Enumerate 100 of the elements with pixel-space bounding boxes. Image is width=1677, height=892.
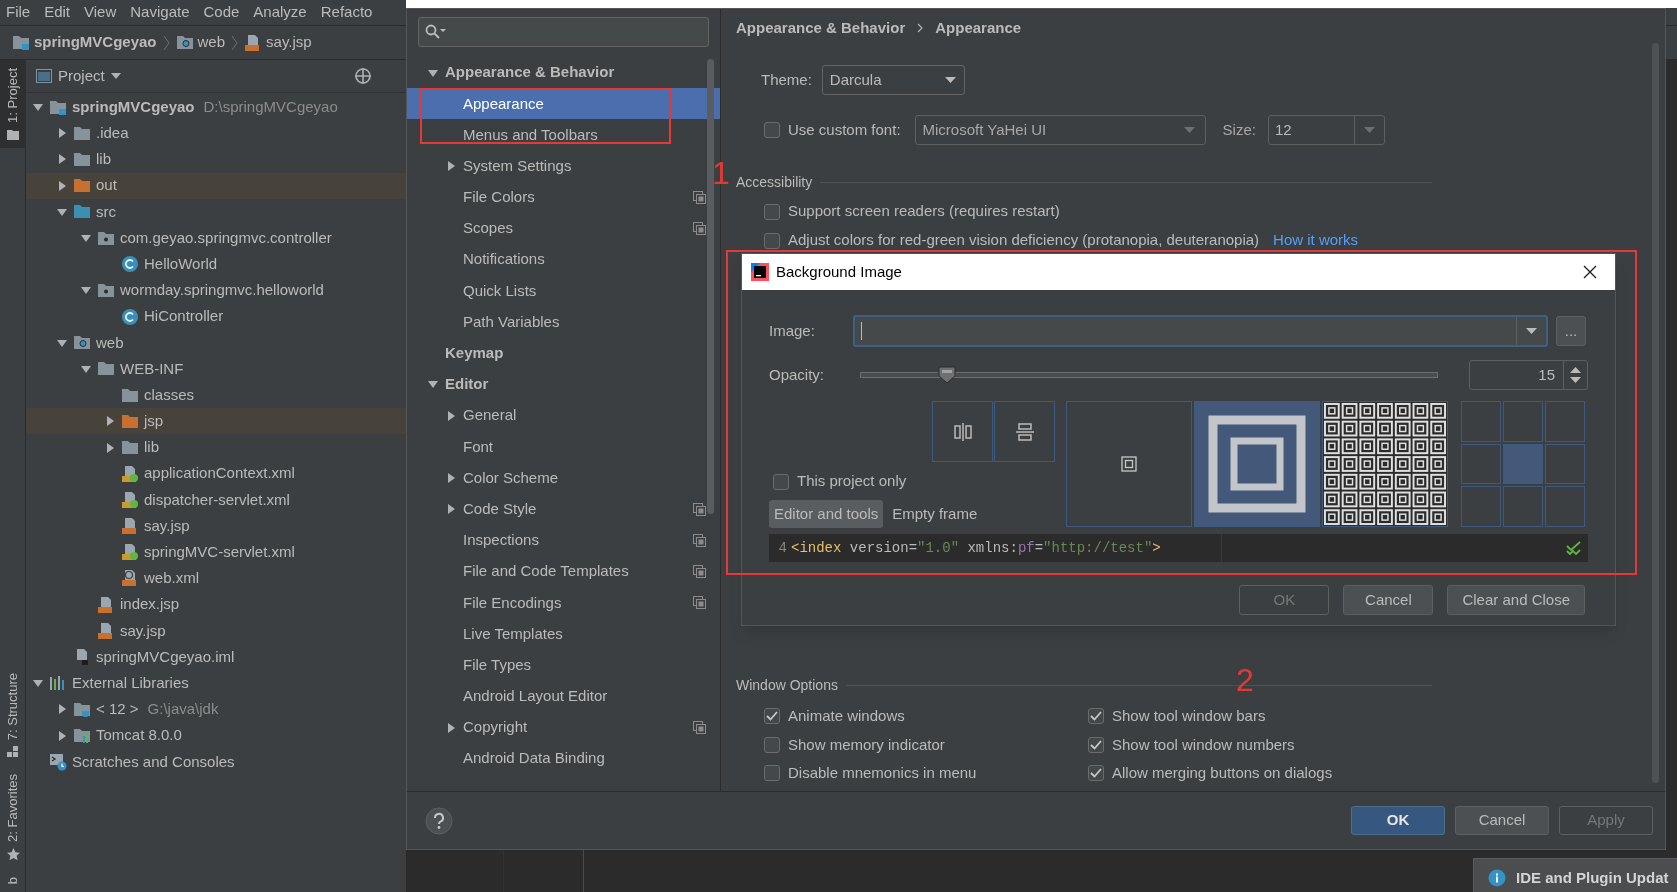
tree-item[interactable]: springMVCgeyao.iml [26, 643, 406, 671]
tree-item[interactable]: web.xml [26, 565, 406, 592]
tree-item[interactable]: Tomcat 8.0.0 [26, 722, 406, 749]
settings-tree-item[interactable]: Font [407, 431, 720, 463]
settings-tree-item[interactable]: General [407, 400, 720, 432]
tree-item[interactable]: applicationContext.xml [26, 460, 406, 487]
tree-item[interactable]: HelloWorld [26, 251, 406, 278]
tree-item[interactable]: classes [26, 382, 406, 409]
tree-item[interactable]: index.jsp [26, 591, 406, 618]
settings-tree-item[interactable]: Keymap [407, 337, 720, 369]
caret-icon[interactable] [110, 73, 121, 79]
settings-tree-item[interactable]: File Types [407, 649, 720, 681]
dialog-button[interactable]: Cancel [1455, 806, 1549, 835]
breadcrumb-item[interactable]: say.jsp [244, 31, 312, 54]
tree-item[interactable]: springMVC-servlet.xml [26, 539, 406, 566]
close-icon[interactable] [1583, 265, 1597, 279]
anchor-cell[interactable] [1461, 443, 1501, 485]
caret-icon[interactable] [56, 729, 68, 742]
theme-dropdown[interactable]: Darcula [821, 65, 965, 95]
checkbox[interactable] [764, 765, 780, 782]
checkbox[interactable] [1088, 736, 1104, 753]
menu-item[interactable]: Edit [44, 1, 71, 24]
checkbox[interactable] [764, 122, 780, 138]
checkbox[interactable] [764, 232, 780, 249]
help-link[interactable]: How it works [1273, 229, 1359, 252]
caret-icon[interactable] [445, 503, 457, 516]
menu-item[interactable]: View [84, 1, 117, 24]
menu-item[interactable]: Code [203, 1, 240, 24]
anchor-cell[interactable] [1503, 443, 1543, 485]
tool-window-tab[interactable]: 2: Favorites [0, 765, 26, 869]
settings-tree-item[interactable]: Inspections [407, 524, 720, 556]
settings-tree-item[interactable]: Notifications [407, 244, 720, 276]
settings-tree-item[interactable]: Live Templates [407, 618, 720, 650]
tool-window-tab[interactable]: b [0, 868, 26, 892]
checkbox[interactable] [764, 736, 780, 753]
tree-item[interactable]: .idea [26, 120, 406, 147]
tree-item[interactable]: web [26, 329, 406, 356]
settings-tree-item[interactable]: Color Scheme [407, 462, 720, 494]
settings-tree-item[interactable]: Path Variables [407, 306, 720, 338]
tree-item[interactable]: jsp [26, 408, 406, 435]
settings-tree-item[interactable]: Appearance & Behavior [407, 57, 720, 89]
dialog-button[interactable]: Cancel [1343, 585, 1434, 615]
caret-icon[interactable] [56, 153, 68, 166]
checkbox[interactable] [1088, 765, 1104, 782]
settings-tree-item[interactable]: Code Style [407, 493, 720, 525]
target-tab[interactable]: Empty frame [887, 500, 983, 528]
menu-item[interactable]: Analyze [253, 1, 307, 24]
checkbox[interactable] [764, 708, 780, 725]
settings-tree-item[interactable]: Scopes [407, 212, 720, 245]
settings-tree-item[interactable]: Copyright [407, 711, 720, 744]
anchor-cell[interactable] [1503, 401, 1543, 442]
breadcrumb-item[interactable]: web [175, 31, 226, 54]
settings-tree-item[interactable]: Editor [407, 368, 720, 401]
tree-item[interactable]: External Libraries [26, 670, 406, 697]
tree-item[interactable]: HiController [26, 303, 406, 330]
browse-button[interactable]: ... [1556, 316, 1586, 346]
menu-item[interactable]: File [6, 1, 31, 24]
caret-icon[interactable] [445, 409, 457, 422]
tree-item[interactable]: springMVCgeyao D:\springMVCgeyao [26, 94, 406, 121]
dialog-button[interactable]: OK [1351, 806, 1445, 835]
anchor-cell[interactable] [1545, 401, 1585, 442]
checkbox[interactable] [773, 473, 789, 490]
breadcrumb-item[interactable]: springMVCgeyao [12, 31, 157, 54]
settings-tree-item[interactable]: Android Data Binding [407, 743, 720, 775]
settings-tree-item[interactable]: Quick Lists [407, 275, 720, 307]
tree-item[interactable]: out [26, 172, 406, 199]
flip-button[interactable] [994, 401, 1055, 462]
help-icon[interactable] [425, 806, 453, 835]
dialog-button[interactable]: Clear and Close [1447, 585, 1585, 615]
opacity-spinner[interactable]: 15 [1469, 360, 1588, 390]
tree-item[interactable]: dispatcher-servlet.xml [26, 486, 406, 513]
tool-window-tab[interactable]: 1: Project [0, 60, 26, 148]
tree-item[interactable]: wormday.springmvc.helloworld [26, 277, 406, 304]
settings-tree-item[interactable]: File Encodings [407, 587, 720, 619]
menu-item[interactable]: Refacto [320, 1, 373, 24]
tree-item[interactable]: src [26, 198, 406, 225]
settings-tree-item[interactable]: Menus and Toolbars [407, 119, 720, 151]
anchor-cell[interactable] [1503, 486, 1543, 527]
caret-icon[interactable] [56, 179, 68, 192]
settings-tree-item[interactable]: File and Code Templates [407, 556, 720, 588]
search-field[interactable] [418, 17, 709, 47]
anchor-cell[interactable] [1545, 486, 1585, 527]
crosshair-icon[interactable] [354, 67, 372, 85]
checkbox[interactable] [764, 203, 780, 220]
caret-icon[interactable] [104, 441, 116, 454]
notification[interactable]: IDE and Plugin Updat [1473, 858, 1677, 892]
settings-tree-item[interactable]: Android Layout Editor [407, 680, 720, 712]
anchor-cell[interactable] [1461, 486, 1501, 527]
flip-button[interactable] [932, 401, 993, 462]
tree-item[interactable]: com.geyao.springmvc.controller [26, 224, 406, 252]
caret-icon[interactable] [104, 415, 116, 428]
anchor-cell[interactable] [1545, 443, 1585, 485]
tree-item[interactable]: lib [26, 434, 406, 461]
caret-icon[interactable] [445, 472, 457, 485]
tree-item[interactable]: say.jsp [26, 617, 406, 644]
caret-icon[interactable] [445, 721, 457, 734]
caret-icon[interactable] [56, 703, 68, 716]
settings-tree-item[interactable]: Appearance [407, 88, 720, 120]
menu-item[interactable]: Navigate [130, 1, 190, 24]
tree-item[interactable]: Scratches and Consoles [26, 748, 406, 775]
